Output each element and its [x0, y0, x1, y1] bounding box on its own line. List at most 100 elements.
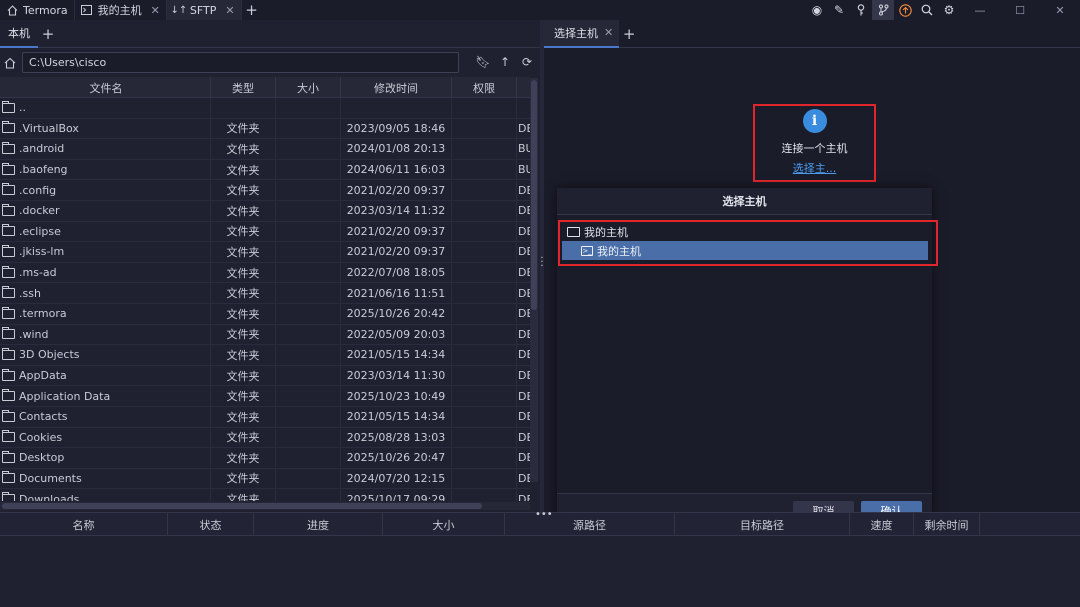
table-row[interactable]: .eclipse 文件夹 2021/02/20 09:37 DE: [0, 221, 530, 243]
tab-local[interactable]: 本机: [0, 20, 38, 48]
col-transfer-status[interactable]: 状态: [168, 513, 254, 536]
horizontal-scroll-thumb[interactable]: [2, 503, 482, 509]
table-row[interactable]: Application Data 文件夹 2025/10/23 10:49 DE: [0, 386, 530, 407]
file-modified: 2023/03/14 11:32: [341, 200, 452, 221]
table-row[interactable]: AppData 文件夹 2023/03/14 11:30 DE: [0, 365, 530, 387]
file-name: 3D Objects: [19, 348, 80, 362]
branch-icon[interactable]: [872, 0, 894, 20]
terminal-icon: [81, 4, 93, 16]
table-row[interactable]: .config 文件夹 2021/02/20 09:37 DE: [0, 180, 530, 201]
col-transfer-size[interactable]: 大小: [383, 513, 505, 536]
file-owner: DE: [518, 492, 530, 501]
col-transfer-remaining[interactable]: 剩余时间: [914, 513, 980, 536]
col-name[interactable]: 文件名: [0, 77, 211, 98]
file-name-cell: .ssh: [0, 283, 211, 303]
table-row[interactable]: .docker 文件夹 2023/03/14 11:32 DE: [0, 200, 530, 222]
table-row[interactable]: Desktop 文件夹 2025/10/26 20:47 DE: [0, 448, 530, 469]
table-row[interactable]: .baofeng 文件夹 2024/06/11 16:03 BU: [0, 159, 530, 181]
file-size: [276, 448, 341, 468]
close-icon[interactable]: ✕: [225, 4, 234, 17]
file-owner: DE: [518, 430, 530, 444]
table-row[interactable]: Downloads 文件夹 2025/10/17 09:29 DE: [0, 489, 530, 501]
tab-termora[interactable]: Termora: [0, 0, 75, 20]
table-row[interactable]: Contacts 文件夹 2021/05/15 14:34 DE: [0, 406, 530, 428]
gear-icon[interactable]: ⚙: [938, 0, 960, 20]
file-name: Desktop: [19, 451, 65, 465]
col-transfer-target[interactable]: 目标路径: [675, 513, 850, 536]
update-icon[interactable]: [894, 0, 916, 20]
table-row[interactable]: Cookies 文件夹 2025/08/28 13:03 DE: [0, 427, 530, 449]
table-row[interactable]: .ms-ad 文件夹 2022/07/08 18:05 DE: [0, 262, 530, 284]
path-input[interactable]: C:\Users\cisco: [22, 52, 459, 73]
add-tab-button[interactable]: +: [38, 24, 58, 44]
file-name-cell: .eclipse: [0, 221, 211, 242]
table-row[interactable]: .android 文件夹 2024/01/08 20:13 BU: [0, 139, 530, 160]
maximize-icon[interactable]: ☐: [1000, 0, 1040, 20]
tab-select-host[interactable]: 选择主机 ✕: [544, 19, 620, 48]
file-permission: [452, 303, 517, 324]
table-row[interactable]: .jkiss-lm 文件夹 2021/02/20 09:37 DE: [0, 242, 530, 263]
file-size: [276, 365, 341, 386]
file-owner: DE: [518, 121, 530, 135]
file-modified: [341, 98, 452, 118]
col-size[interactable]: 大小: [276, 77, 341, 98]
bookmark-icon[interactable]: 🔖︎: [474, 52, 492, 72]
local-pane: 本机 + C:\Users\cisco 🔖︎ ↑ ⟳ 文件名 类型 大小 修改时…: [0, 20, 540, 512]
folder-icon: [2, 224, 15, 237]
search-icon[interactable]: [916, 0, 938, 20]
file-name: .config: [19, 183, 57, 197]
add-remote-tab-button[interactable]: +: [619, 24, 639, 44]
col-type[interactable]: 类型: [211, 77, 276, 98]
file-name: .VirtualBox: [19, 121, 79, 135]
record-icon[interactable]: ◉: [806, 0, 828, 20]
table-row[interactable]: 3D Objects 文件夹 2021/05/15 14:34 DE: [0, 345, 530, 366]
select-host-link[interactable]: 选择主...: [793, 160, 837, 176]
file-modified: 2022/07/08 18:05: [341, 262, 452, 283]
minimize-icon[interactable]: —: [960, 0, 1000, 20]
file-permission: [452, 118, 517, 139]
close-icon[interactable]: ✕: [604, 26, 613, 39]
col-transfer-speed[interactable]: 速度: [850, 513, 914, 536]
table-row[interactable]: .ssh 文件夹 2021/06/16 11:51 DE: [0, 283, 530, 304]
file-permission: [452, 242, 517, 262]
local-tabs: 本机 +: [0, 20, 540, 48]
col-owner[interactable]: [517, 77, 530, 98]
file-permission: [452, 180, 517, 200]
file-type: 文件夹: [211, 242, 276, 262]
pencil-icon[interactable]: ✎: [828, 0, 850, 20]
file-owner: [517, 98, 530, 118]
vertical-scroll-thumb[interactable]: [531, 80, 537, 310]
file-name: Downloads: [19, 492, 80, 501]
file-permission: [452, 221, 517, 242]
close-window-icon[interactable]: ✕: [1040, 0, 1080, 20]
file-type: 文件夹: [211, 324, 276, 345]
bottom-splitter-handle-icon[interactable]: •••: [535, 509, 553, 520]
home-icon[interactable]: [0, 52, 20, 74]
col-modified[interactable]: 修改时间: [341, 77, 452, 98]
tab-sftp[interactable]: ↓↑ SFTP ✕: [166, 0, 242, 20]
file-name-cell: .baofeng: [0, 159, 211, 180]
file-name: .android: [19, 142, 65, 156]
up-arrow-icon[interactable]: ↑: [496, 52, 514, 72]
file-permission: [452, 448, 517, 468]
col-transfer-source[interactable]: 源路径: [505, 513, 675, 536]
file-permission: [452, 489, 517, 501]
table-row[interactable]: Documents 文件夹 2024/07/20 12:15 DE: [0, 468, 530, 490]
col-permission[interactable]: 权限: [452, 77, 517, 98]
file-name: .termora: [19, 307, 67, 321]
table-row[interactable]: .termora 文件夹 2025/10/26 20:42 DE: [0, 303, 530, 325]
table-row[interactable]: .wind 文件夹 2022/05/09 20:03 DE: [0, 324, 530, 346]
new-tab-button[interactable]: +: [242, 0, 262, 20]
table-row[interactable]: .VirtualBox 文件夹 2023/09/05 18:46 DE: [0, 118, 530, 140]
col-transfer-progress[interactable]: 进度: [254, 513, 383, 536]
key-icon[interactable]: [850, 0, 872, 20]
file-size: [276, 98, 341, 118]
refresh-icon[interactable]: ⟳: [518, 52, 536, 72]
file-name-cell: .config: [0, 180, 211, 200]
table-row[interactable]: ..: [0, 98, 530, 119]
file-permission: [452, 159, 517, 180]
col-transfer-name[interactable]: 名称: [0, 513, 168, 536]
tab-my-host[interactable]: 我的主机 ✕: [75, 0, 167, 20]
file-name-cell: .termora: [0, 303, 211, 324]
close-icon[interactable]: ✕: [151, 4, 160, 17]
